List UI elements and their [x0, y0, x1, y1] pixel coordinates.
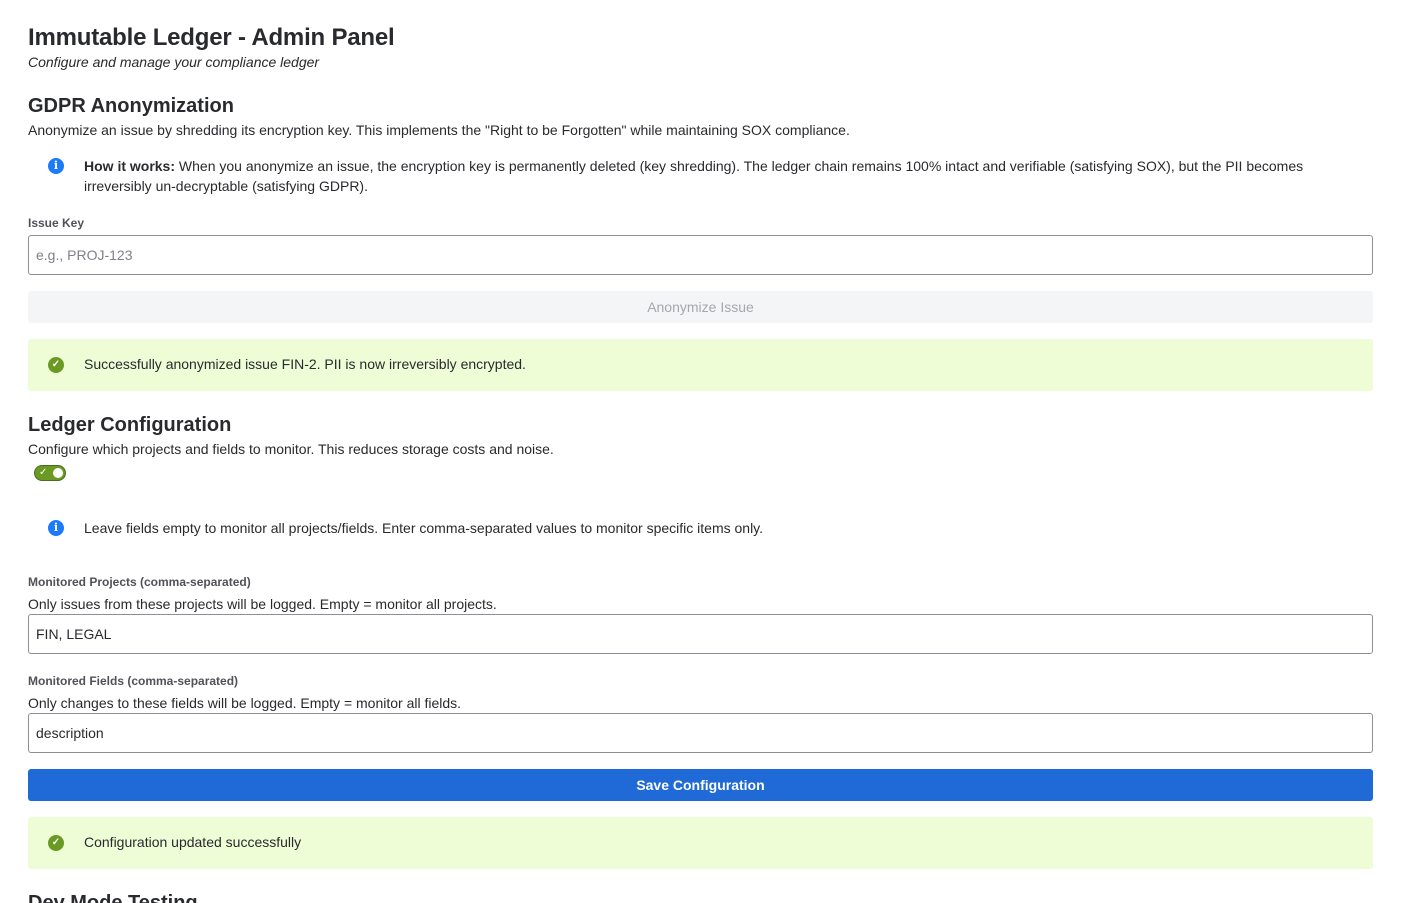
monitored-projects-help: Only issues from these projects will be …	[28, 596, 497, 612]
info-icon: i	[48, 158, 64, 174]
config-success-banner: ✓ Configuration updated successfully	[28, 817, 1373, 869]
ledger-info-text: Leave fields empty to monitor all projec…	[84, 520, 764, 536]
gdpr-info-panel: i How it works: When you anonymize an is…	[28, 156, 1373, 200]
monitored-fields-input[interactable]	[28, 713, 1373, 753]
save-configuration-button[interactable]: Save Configuration	[28, 769, 1373, 801]
monitored-projects-label: Monitored Projects (comma-separated)	[28, 575, 251, 589]
anonymize-success-message: Successfully anonymized issue FIN-2. PII…	[84, 356, 526, 372]
info-body-text: When you anonymize an issue, the encrypt…	[84, 158, 1304, 194]
ledger-config-toggle[interactable]: ✓	[34, 465, 66, 481]
monitored-fields-label: Monitored Fields (comma-separated)	[28, 674, 239, 688]
ledger-config-description: Configure which projects and fields to m…	[28, 441, 554, 457]
dev-mode-section-title: Dev Mode Testing	[28, 892, 198, 903]
ledger-info-panel: i Leave fields empty to monitor all proj…	[28, 518, 1373, 542]
gdpr-section-title: GDPR Anonymization	[28, 95, 234, 117]
info-icon: i	[48, 520, 64, 536]
issue-key-input[interactable]	[28, 235, 1373, 275]
gdpr-info-text: How it works: When you anonymize an issu…	[84, 156, 1333, 196]
check-circle-icon: ✓	[48, 357, 64, 373]
issue-key-label: Issue Key	[28, 216, 85, 230]
config-success-message: Configuration updated successfully	[84, 834, 302, 850]
page-subtitle: Configure and manage your compliance led…	[28, 54, 320, 70]
anonymize-success-banner: ✓ Successfully anonymized issue FIN-2. P…	[28, 339, 1373, 391]
page-title: Immutable Ledger - Admin Panel	[28, 24, 395, 51]
ledger-config-section-title: Ledger Configuration	[28, 414, 232, 436]
info-bold-label: How it works:	[84, 158, 176, 174]
monitored-projects-input[interactable]	[28, 614, 1373, 654]
monitored-fields-help: Only changes to these fields will be log…	[28, 695, 462, 711]
gdpr-section-description: Anonymize an issue by shredding its encr…	[28, 122, 850, 138]
toggle-knob	[53, 468, 63, 478]
check-circle-icon: ✓	[48, 835, 64, 851]
anonymize-issue-button[interactable]: Anonymize Issue	[28, 291, 1373, 323]
check-icon: ✓	[39, 467, 48, 478]
